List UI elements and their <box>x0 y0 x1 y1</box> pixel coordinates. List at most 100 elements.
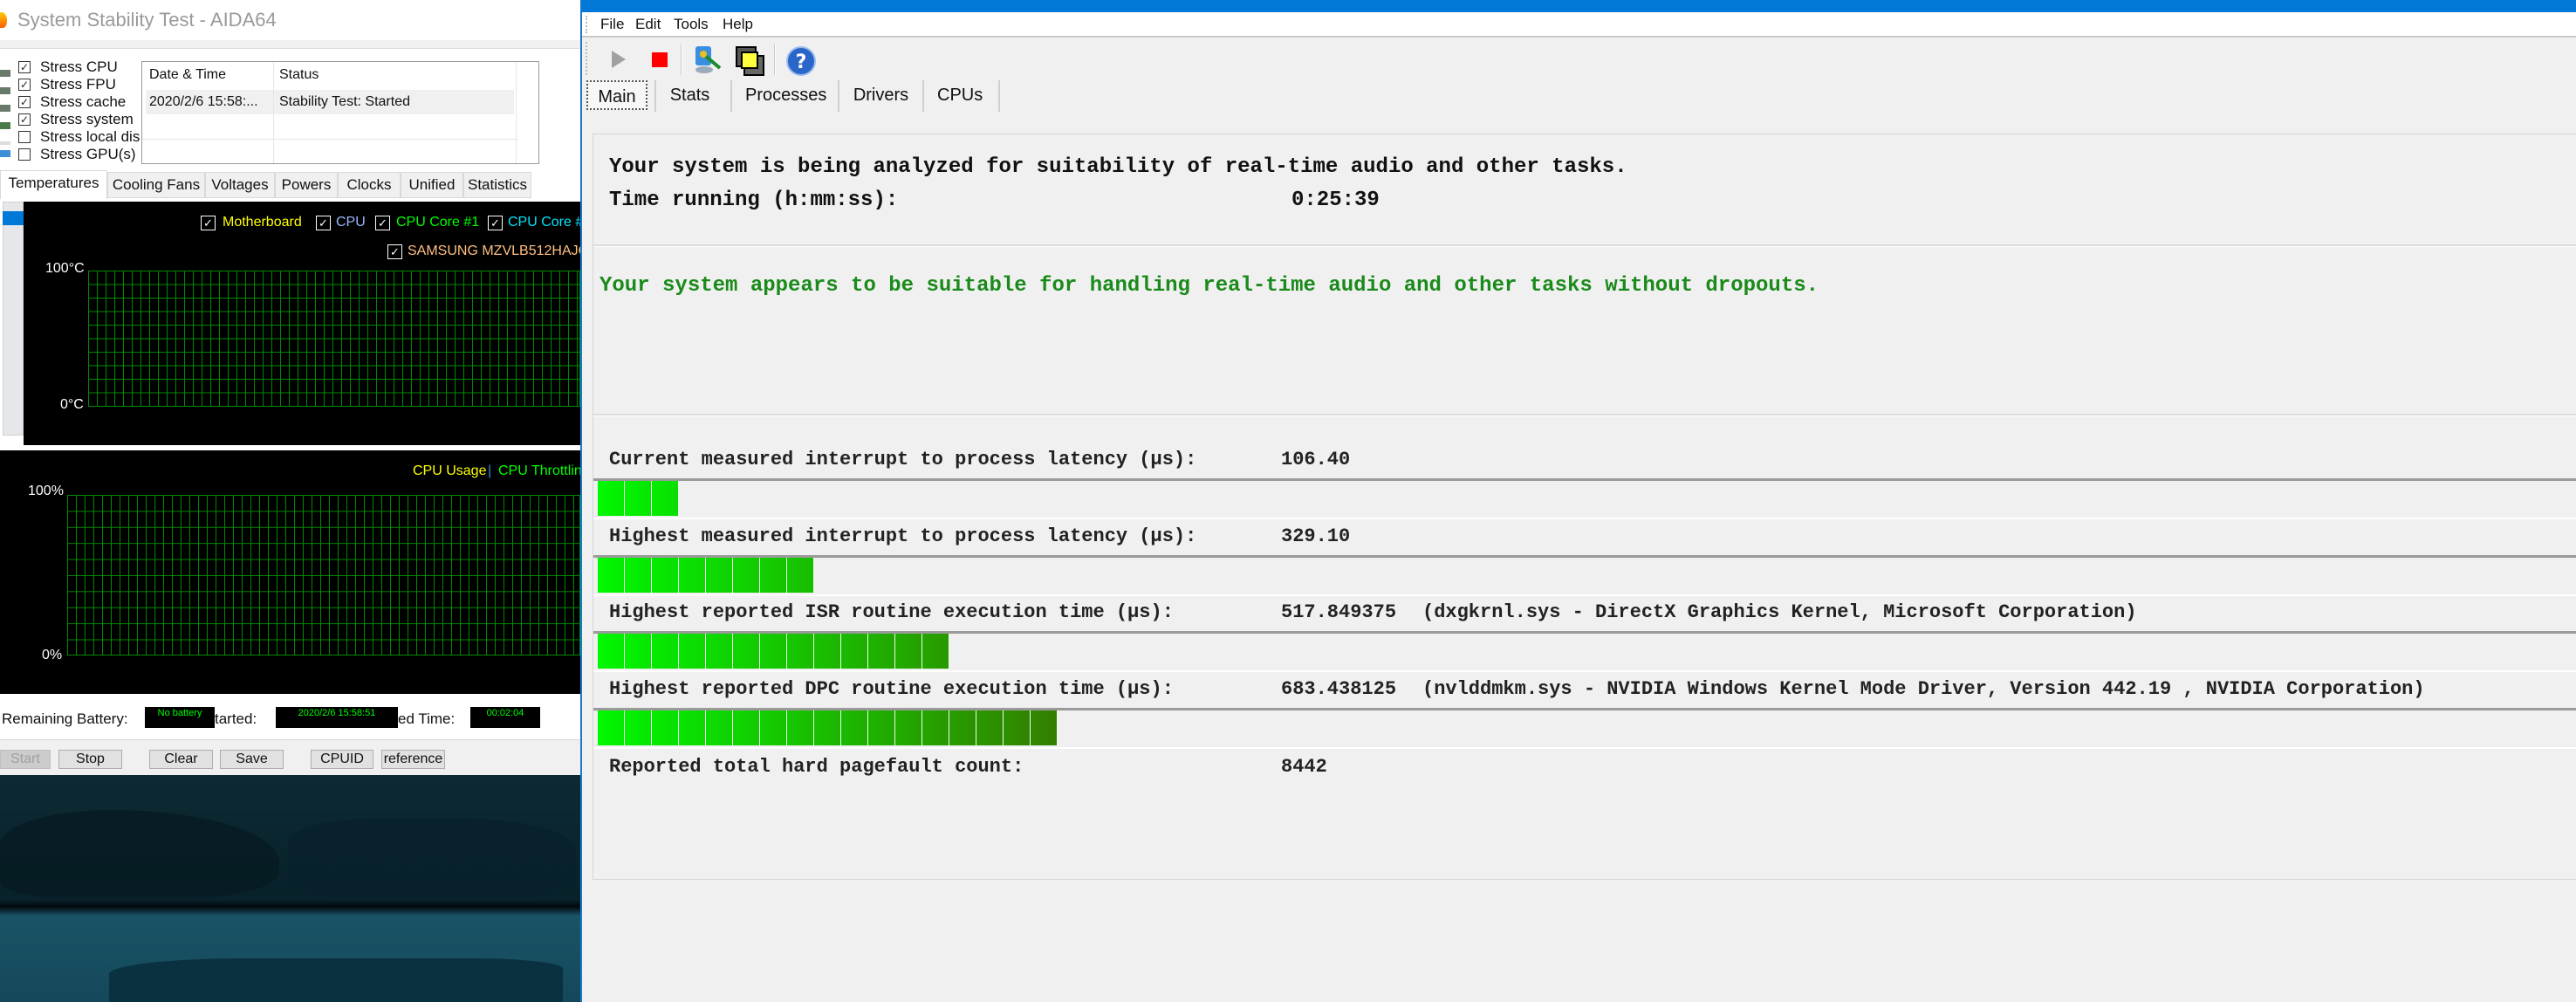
metric-label: Current measured interrupt to process la… <box>609 449 1197 470</box>
y-axis-min-label: 0°C <box>60 397 84 412</box>
stress-cache-checkbox[interactable]: ✓ <box>18 96 31 108</box>
bar-segment <box>733 558 760 593</box>
cpuid-button[interactable]: CPUID <box>311 750 373 769</box>
tab-main[interactable]: Main <box>586 80 647 110</box>
remaining-battery-label: Remaining Battery: <box>2 710 128 727</box>
reference-button[interactable]: reference <box>381 750 445 769</box>
legend-cpu-usage: CPU Usage <box>413 463 487 478</box>
tab-separator <box>730 80 732 112</box>
bar-segment <box>706 710 733 745</box>
bar-track-bottom <box>593 747 2576 749</box>
title-bar[interactable]: System Stability Test - AIDA64 <box>0 0 580 40</box>
legend-motherboard: Motherboard <box>223 215 302 230</box>
tab-voltages[interactable]: Voltages <box>205 172 275 198</box>
stress-system-checkbox[interactable]: ✓ <box>18 113 31 126</box>
column-divider <box>516 62 517 163</box>
bar-segment <box>976 710 1004 745</box>
stress-fpu-checkbox[interactable]: ✓ <box>18 79 31 91</box>
menu-help[interactable]: Help <box>723 16 753 33</box>
samsung-ssd-checkbox[interactable]: ✓ <box>387 244 402 259</box>
tab-separator <box>998 80 1000 112</box>
column-header-date-time[interactable]: Date & Time <box>149 62 226 88</box>
bar-segment <box>652 558 679 593</box>
bar-segment <box>625 558 652 593</box>
selected-sensor-item[interactable] <box>3 211 24 225</box>
stress-cache-label: Stress cache <box>40 93 127 110</box>
tab-statistics[interactable]: Statistics <box>463 172 531 198</box>
cpu-icon <box>0 70 10 77</box>
cpu-core-2-checkbox[interactable]: ✓ <box>488 216 503 230</box>
bar-track-top <box>593 555 2576 558</box>
metric-label: Highest measured interrupt to process la… <box>609 525 1197 547</box>
wallpaper-shape <box>0 810 279 897</box>
bar-segment <box>760 634 787 669</box>
wallpaper-shape <box>109 958 563 1002</box>
save-button[interactable]: Save <box>220 750 284 769</box>
menu-file[interactable]: File <box>600 16 624 33</box>
cache-icon <box>0 105 10 112</box>
bar-track-top <box>593 478 2576 481</box>
tab-drivers[interactable]: Drivers <box>853 80 909 110</box>
cpu-checkbox[interactable]: ✓ <box>316 216 331 230</box>
menu-tools[interactable]: Tools <box>674 16 709 33</box>
stop-button[interactable]: Stop <box>58 750 122 769</box>
bar-track-bottom <box>593 594 2576 596</box>
y-axis-min-label: 0% <box>42 648 63 662</box>
bar-segment <box>625 481 652 516</box>
stress-local-disk-checkbox[interactable] <box>18 131 31 143</box>
menu-edit[interactable]: Edit <box>635 16 661 33</box>
bar-segment <box>895 710 922 745</box>
tab-stats[interactable]: Stats <box>669 80 710 110</box>
tab-powers[interactable]: Powers <box>275 172 338 198</box>
play-icon[interactable] <box>610 49 627 70</box>
aida64-window: System Stability Test - AIDA64 ✓ Stress … <box>0 0 580 1002</box>
temperature-grid <box>88 271 580 407</box>
clear-button[interactable]: Clear <box>149 750 213 769</box>
tab-processes[interactable]: Processes <box>745 80 826 110</box>
legend-divider: | <box>488 463 492 478</box>
windows-icon[interactable] <box>735 45 766 77</box>
motherboard-checkbox[interactable]: ✓ <box>201 216 216 230</box>
bar-segment <box>598 558 625 593</box>
desktop-wallpaper <box>0 775 580 1002</box>
bar-track-bottom <box>593 670 2576 672</box>
stress-gpu-checkbox[interactable] <box>18 148 31 161</box>
bar-segment <box>706 634 733 669</box>
legend-cpu-core-2: CPU Core #2 <box>508 215 580 230</box>
bar-segment <box>598 481 625 516</box>
bar-segment <box>652 481 679 516</box>
legend-samsung-ssd: SAMSUNG MZVLB512HAJQ <box>408 244 580 258</box>
bar-segment <box>1004 710 1031 745</box>
section-divider <box>593 244 2576 247</box>
help-icon[interactable]: ? <box>785 45 817 77</box>
table-row[interactable]: 2020/2/6 15:58:... Stability Test: Start… <box>146 90 514 114</box>
cpu-core-1-checkbox[interactable]: ✓ <box>375 216 390 230</box>
time-running-label: Time running (h:mm:ss): <box>609 189 899 212</box>
toolbar-grip[interactable] <box>586 42 588 75</box>
fpu-icon <box>0 87 10 94</box>
window-title: System Stability Test - AIDA64 <box>17 9 277 31</box>
pagefault-label: Reported total hard pagefault count: <box>609 756 1024 778</box>
tab-cpus[interactable]: CPUs <box>937 80 983 110</box>
y-axis-max-label: 100% <box>28 484 64 498</box>
sensor-list[interactable] <box>3 202 24 436</box>
column-header-status[interactable]: Status <box>279 62 319 88</box>
stress-system-label: Stress system <box>40 111 134 127</box>
tab-clocks[interactable]: Clocks <box>338 172 401 198</box>
tab-separator <box>654 80 656 112</box>
stress-cpu-checkbox[interactable]: ✓ <box>18 61 31 73</box>
tab-temperatures[interactable]: Temperatures <box>0 170 107 199</box>
start-button[interactable]: Start <box>0 750 51 769</box>
menu-grip[interactable] <box>586 16 588 33</box>
tab-cooling-fans[interactable]: Cooling Fans <box>107 172 205 198</box>
bar-segment <box>949 710 976 745</box>
column-divider <box>273 62 274 163</box>
tab-unified[interactable]: Unified <box>401 172 463 198</box>
legend-cpu: CPU <box>336 215 366 230</box>
metric-value: 517.849375 <box>1281 601 1397 623</box>
stop-icon[interactable] <box>652 52 668 67</box>
log-table[interactable]: Date & Time Status 2020/2/6 15:58:... St… <box>141 61 539 164</box>
bar-track-bottom <box>593 518 2576 519</box>
network-probe-icon[interactable] <box>691 44 723 75</box>
title-bar[interactable] <box>582 0 2576 12</box>
